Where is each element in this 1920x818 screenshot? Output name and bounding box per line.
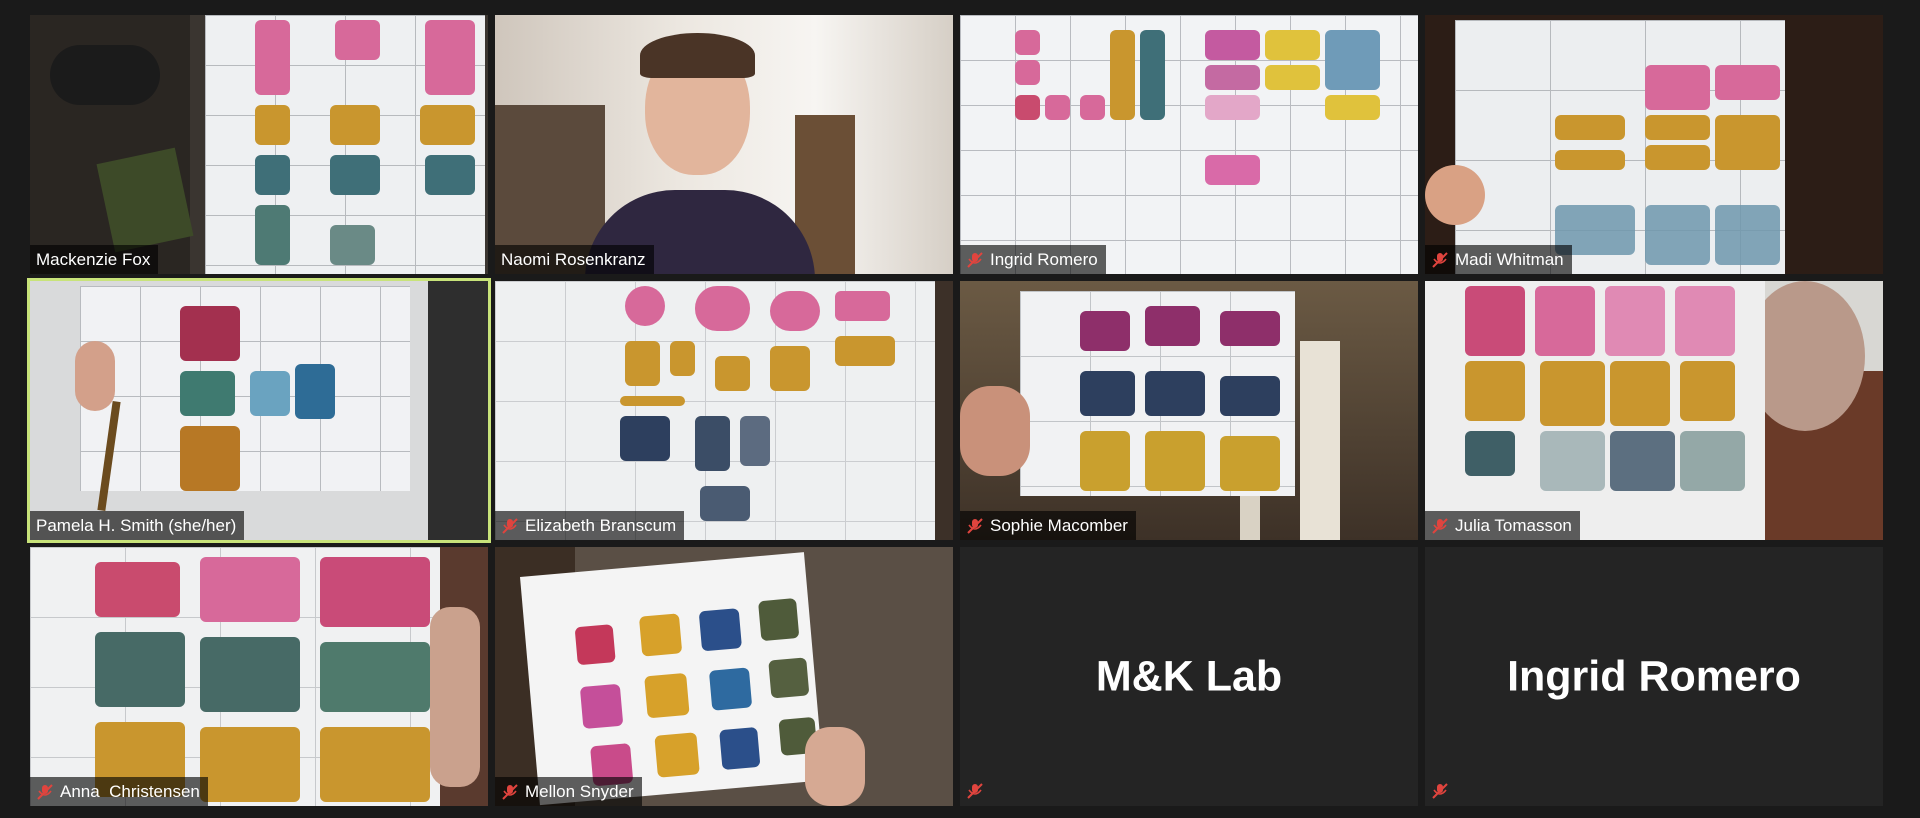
video-gallery: Mackenzie Fox Naomi Rosenkranz Ingrid Ro… <box>30 15 1890 806</box>
video-tile-ingrid-romero[interactable]: Ingrid Romero <box>960 15 1418 274</box>
video-tile-julia-tomasson[interactable]: Julia Tomasson <box>1425 281 1883 540</box>
microphone-muted-icon <box>502 517 518 534</box>
video-tile-elizabeth-branscum[interactable]: Elizabeth Branscum <box>495 281 953 540</box>
participant-name-tag: Mackenzie Fox <box>30 245 159 274</box>
video-tile-mk-lab[interactable]: M&K Lab <box>960 547 1418 806</box>
participant-name: Naomi Rosenkranz <box>501 250 646 269</box>
participant-name-tag: Mellon Snyder <box>495 777 642 806</box>
video-tile-mackenzie-fox[interactable]: Mackenzie Fox <box>30 15 488 274</box>
video-tile-mellon-snyder[interactable]: Mellon Snyder <box>495 547 953 806</box>
participant-name: Sophie Macomber <box>990 516 1128 535</box>
participant-name-tag: Julia Tomasson <box>1425 511 1580 540</box>
participant-name: Julia Tomasson <box>1455 516 1572 535</box>
participant-name-tag: Madi Whitman <box>1425 245 1572 274</box>
participant-name: Madi Whitman <box>1455 250 1564 269</box>
participant-name-tag: Pamela H. Smith (she/her) <box>30 511 245 540</box>
microphone-muted-icon <box>37 783 53 800</box>
video-tile-sophie-macomber[interactable]: Sophie Macomber <box>960 281 1418 540</box>
participant-name: Anna Christensen <box>60 782 200 801</box>
participant-name: Ingrid Romero <box>990 250 1098 269</box>
participant-name-tag: Elizabeth Branscum <box>495 511 685 540</box>
participant-name-tag: Naomi Rosenkranz <box>495 245 654 274</box>
participant-name-tag: Ingrid Romero <box>960 245 1106 274</box>
participant-name: Elizabeth Branscum <box>525 516 677 535</box>
microphone-muted-icon <box>967 251 983 268</box>
microphone-muted-icon <box>967 517 983 534</box>
video-tile-pamela-h-smith[interactable]: Pamela H. Smith (she/her) <box>30 281 488 540</box>
microphone-muted-icon <box>1432 251 1448 268</box>
microphone-muted-icon <box>502 783 518 800</box>
microphone-muted-icon <box>1432 783 1448 799</box>
participant-name-tag: Anna Christensen <box>30 777 208 806</box>
video-tile-madi-whitman[interactable]: Madi Whitman <box>1425 15 1883 274</box>
participant-name: Mackenzie Fox <box>36 250 151 269</box>
participant-name-large: M&K Lab <box>1095 652 1283 700</box>
participant-name-tag: Sophie Macomber <box>960 511 1136 540</box>
microphone-muted-icon <box>967 783 983 799</box>
video-tile-naomi-rosenkranz[interactable]: Naomi Rosenkranz <box>495 15 953 274</box>
video-tile-ingrid-romero-video-off[interactable]: Ingrid Romero <box>1425 547 1883 806</box>
participant-name-large: Ingrid Romero <box>1507 652 1801 700</box>
participant-name: Pamela H. Smith (she/her) <box>36 516 237 535</box>
video-tile-anna-christensen[interactable]: Anna Christensen <box>30 547 488 806</box>
participant-name: Mellon Snyder <box>525 782 634 801</box>
microphone-muted-icon <box>1432 517 1448 534</box>
